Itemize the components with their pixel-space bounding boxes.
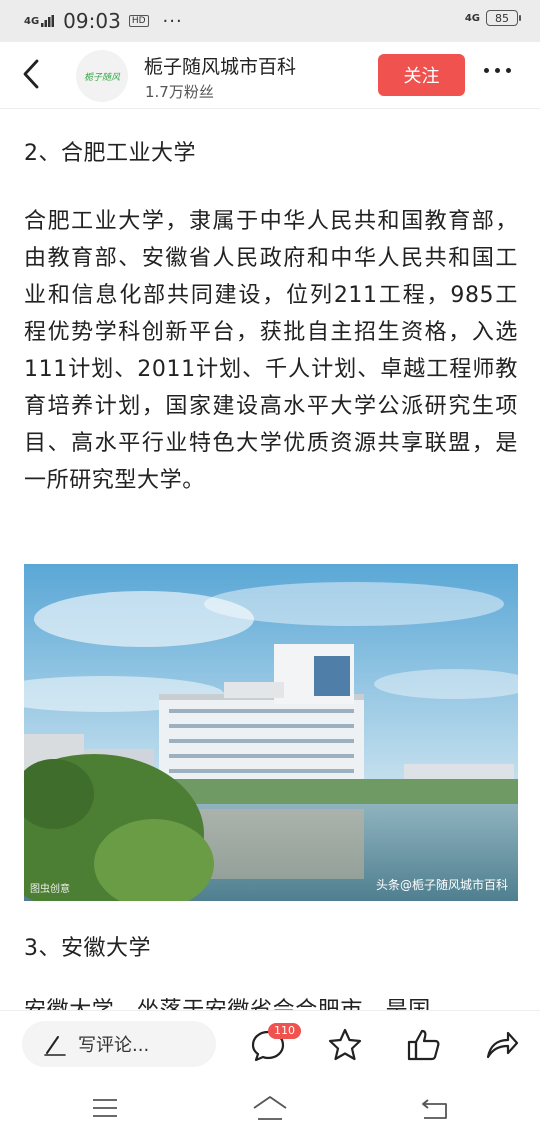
section-heading: 2、合肥工业大学 [24,141,196,166]
article-header: 栀子随风 栀子随风城市百科 1.7万粉丝 关注 [0,42,540,109]
account-name[interactable]: 栀子随风城市百科 [144,52,296,79]
system-navigation-bar [0,1076,540,1140]
back-navigation-button[interactable] [420,1094,450,1126]
section-heading: 3、安徽大学 [24,936,151,961]
status-bar: 4G 09:03 HD ··· 4G 85 [0,0,540,42]
back-button[interactable] [14,56,50,92]
home-icon [253,1096,287,1120]
campus-photo[interactable]: 图虫创意 头条@栀子随风城市百科 [24,564,518,901]
thumbs-up-icon [407,1029,440,1061]
favorite-button[interactable] [327,1027,363,1063]
menu-button[interactable] [90,1096,120,1124]
star-icon [328,1028,362,1061]
photo-source-watermark: 头条@栀子随风城市百科 [375,878,508,892]
menu-icon [93,1099,117,1117]
back-icon [23,59,39,89]
more-dot-icon [484,68,489,73]
photo-credit-watermark: 图虫创意 [30,884,70,895]
follow-button[interactable]: 关注 [378,54,465,96]
pencil-icon [44,1036,66,1056]
network-type-right: 4G [464,12,480,24]
more-dot-icon [506,68,511,73]
hd-badge-icon: HD [128,15,149,27]
home-button[interactable] [252,1094,288,1126]
battery-level: 85 [495,11,509,25]
avatar-logo-text: 栀子随风 [83,72,120,83]
more-options-button[interactable] [484,68,511,73]
follower-count: 1.7万粉丝 [145,83,214,101]
clock: 09:03 [63,9,121,33]
share-button[interactable] [484,1027,520,1063]
battery-icon: 85 [486,10,521,26]
comment-input[interactable]: 写评论... [22,1021,216,1067]
comment-count-badge: 110 [268,1023,301,1039]
share-icon [486,1031,519,1059]
return-icon [422,1099,447,1119]
bottom-action-bar: 写评论... 110 [0,1010,540,1077]
network-type: 4G [24,16,40,27]
article-paragraph: 合肥工业大学，隶属于中华人民共和国教育部，由教育部、安徽省人民政府和中华人民共和… [24,209,518,493]
avatar[interactable]: 栀子随风 [76,50,128,102]
campus-photo-image [24,564,518,901]
article-body: 2、合肥工业大学 合肥工业大学，隶属于中华人民共和国教育部，由教育部、安徽省人民… [24,108,518,499]
more-dot-icon [495,68,500,73]
network-signal-icon: 4G [24,15,55,27]
like-button[interactable] [406,1027,442,1063]
comment-placeholder: 写评论... [78,1035,150,1056]
more-notifications-icon: ··· [162,10,183,32]
